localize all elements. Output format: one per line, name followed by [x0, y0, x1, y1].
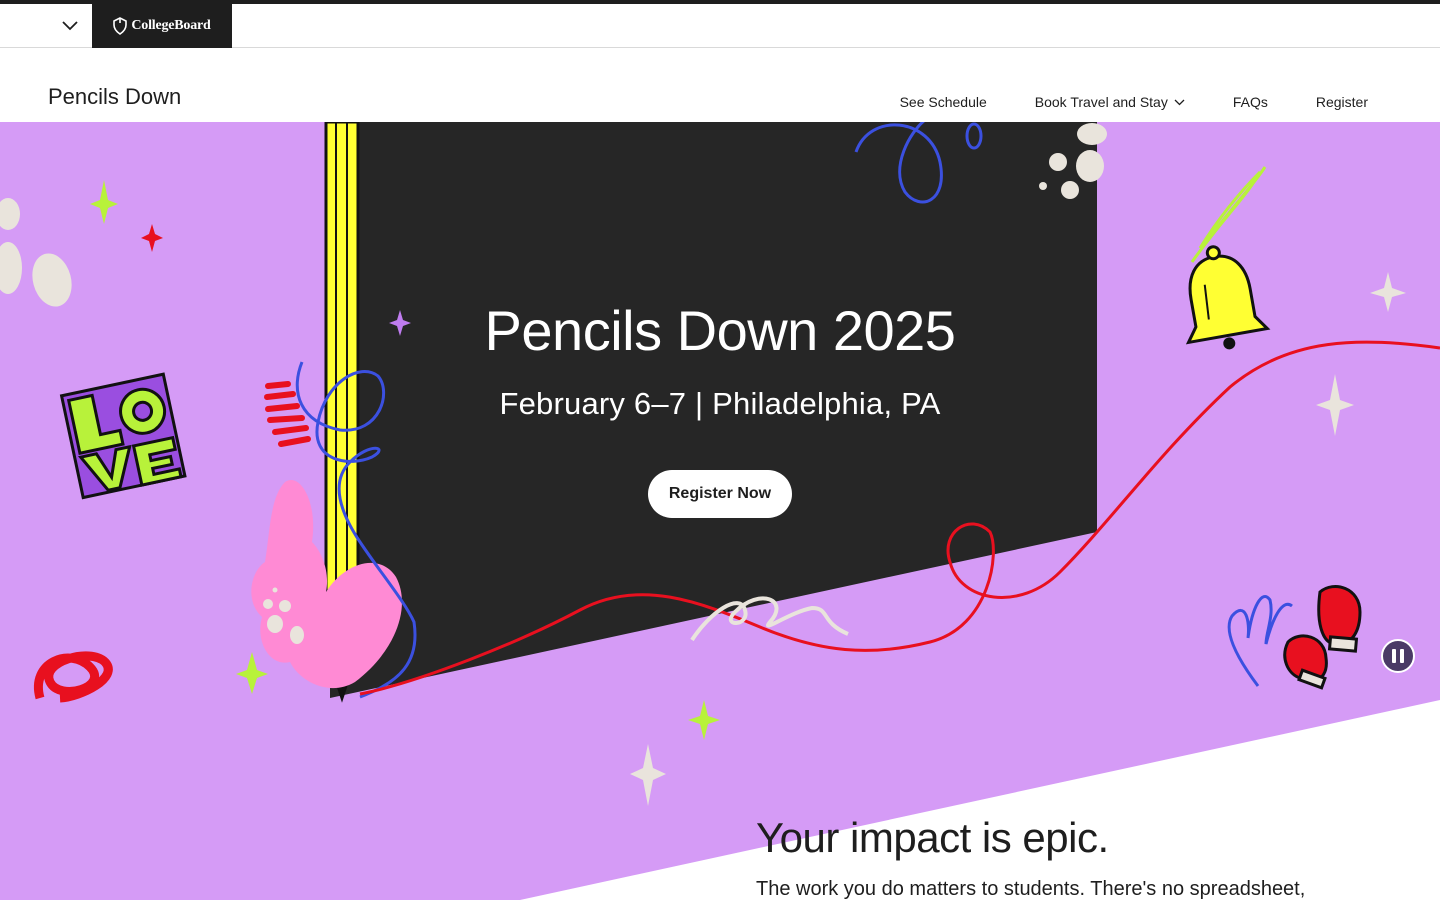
hero-text: Pencils Down 2025 February 6–7 | Philade…: [420, 297, 1020, 422]
logo-text: CollegeBoard: [131, 18, 211, 33]
register-now-button[interactable]: Register Now: [648, 470, 792, 518]
impact-text: The work you do matters to students. The…: [756, 878, 1306, 900]
nav-book-travel[interactable]: Book Travel and Stay: [1035, 94, 1185, 110]
hero-subtitle: February 6–7 | Philadelphia, PA: [499, 386, 941, 422]
chevron-down-icon: [1174, 99, 1185, 105]
hero-title: Pencils Down 2025: [484, 299, 956, 362]
nav-label: Book Travel and Stay: [1034, 94, 1168, 110]
collegeboard-logo[interactable]: CollegeBoard: [92, 4, 232, 48]
site-title[interactable]: Pencils Down: [48, 84, 181, 110]
nav-register[interactable]: Register: [1316, 94, 1368, 110]
site-header: Pencils Down See Schedule Book Travel an…: [0, 49, 1440, 122]
nav-label: FAQs: [1232, 94, 1268, 110]
nav-label: See Schedule: [899, 94, 987, 110]
hero: Pencils Down 2025 February 6–7 | Philade…: [0, 122, 1440, 900]
nav-label: Register: [1315, 94, 1368, 110]
impact-heading: Your impact is epic.: [756, 814, 1109, 861]
global-nav: CollegeBoard: [0, 4, 1440, 48]
site-nav: See Schedule Book Travel and Stay FAQs R…: [900, 94, 1368, 110]
nav-see-schedule[interactable]: See Schedule: [900, 94, 987, 110]
acorn-icon: [113, 17, 128, 35]
nav-faqs[interactable]: FAQs: [1233, 94, 1268, 110]
global-menu-toggle[interactable]: [52, 12, 88, 40]
pause-animation-button[interactable]: [1381, 639, 1415, 673]
chevron-down-icon: [62, 21, 78, 31]
pause-icon: [1392, 649, 1404, 663]
love-sculpture: [59, 372, 187, 500]
